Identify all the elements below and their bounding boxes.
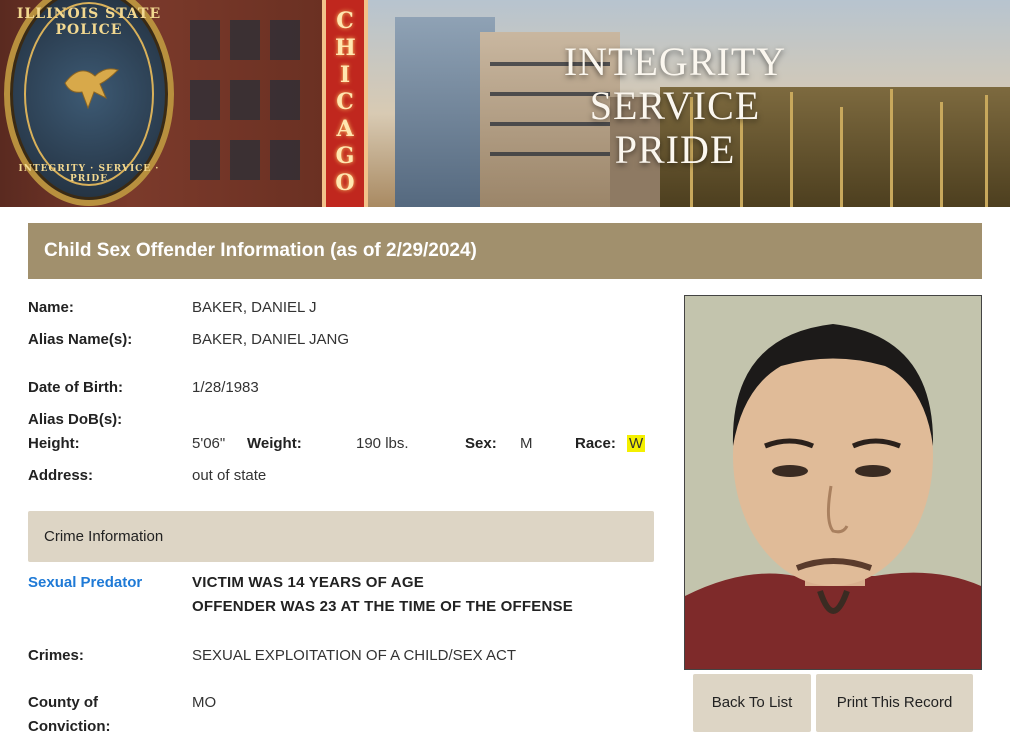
badge-motto-text: INTEGRITY · SERVICE · PRIDE	[18, 164, 160, 184]
name-value: BAKER, DANIEL J	[192, 299, 317, 316]
weight-label: Weight:	[247, 435, 302, 452]
crimes-value: SEXUAL EXPLOITATION OF A CHILD/SEX ACT	[192, 647, 516, 664]
crimes-label: Crimes:	[28, 647, 84, 664]
header-banner: CHICAGO ILLINOIS STATE POLICE INTEGRITY …	[0, 0, 1010, 207]
dob-label: Date of Birth:	[28, 379, 123, 396]
address-label: Address:	[28, 467, 94, 484]
county-label-line1: County of	[28, 694, 98, 711]
state-police-badge-logo: ILLINOIS STATE POLICE INTEGRITY · SERVIC…	[4, 0, 174, 206]
weight-value: 190 lbs.	[356, 435, 409, 452]
dob-value: 1/28/1983	[192, 379, 259, 396]
alias-label: Alias Name(s):	[28, 331, 133, 348]
sexual-predator-link[interactable]: Sexual Predator	[28, 574, 142, 591]
crime-information-header: Crime Information	[28, 511, 654, 562]
offender-age-text: OFFENDER WAS 23 AT THE TIME OF THE OFFEN…	[192, 598, 573, 615]
sex-label: Sex:	[465, 435, 497, 452]
county-label-line2: Conviction:	[28, 718, 111, 735]
page-title: Child Sex Offender Information (as of 2/…	[28, 223, 982, 279]
name-label: Name:	[28, 299, 74, 316]
race-value: W	[627, 435, 646, 452]
alias-dob-label: Alias DoB(s):	[28, 411, 123, 428]
county-value: MO	[192, 694, 217, 711]
motto-line-pride: PRIDE	[614, 127, 736, 172]
badge-title-text: ILLINOIS STATE POLICE	[16, 6, 162, 38]
chicago-sign-text: CHICAGO	[335, 8, 356, 196]
eagle-icon	[64, 68, 119, 110]
height-label: Height:	[28, 435, 80, 452]
alias-value: BAKER, DANIEL JANG	[192, 331, 349, 348]
print-record-button[interactable]: Print This Record	[816, 674, 973, 732]
mugshot-image	[685, 296, 981, 669]
motto-line-service: SERVICE	[589, 83, 761, 128]
race-highlight: W	[627, 435, 646, 452]
back-to-list-button[interactable]: Back To List	[693, 674, 811, 732]
offender-photo	[684, 295, 982, 670]
motto-line-integrity: INTEGRITY	[563, 39, 787, 84]
height-value: 5'06"	[192, 435, 226, 452]
race-label: Race:	[575, 435, 616, 452]
chicago-theater-sign: CHICAGO	[322, 0, 368, 207]
motto-text: INTEGRITY SERVICE PRIDE	[560, 40, 790, 172]
victim-age-text: VICTIM WAS 14 YEARS OF AGE	[192, 574, 424, 591]
sex-value: M	[520, 435, 533, 452]
address-value: out of state	[192, 467, 267, 484]
